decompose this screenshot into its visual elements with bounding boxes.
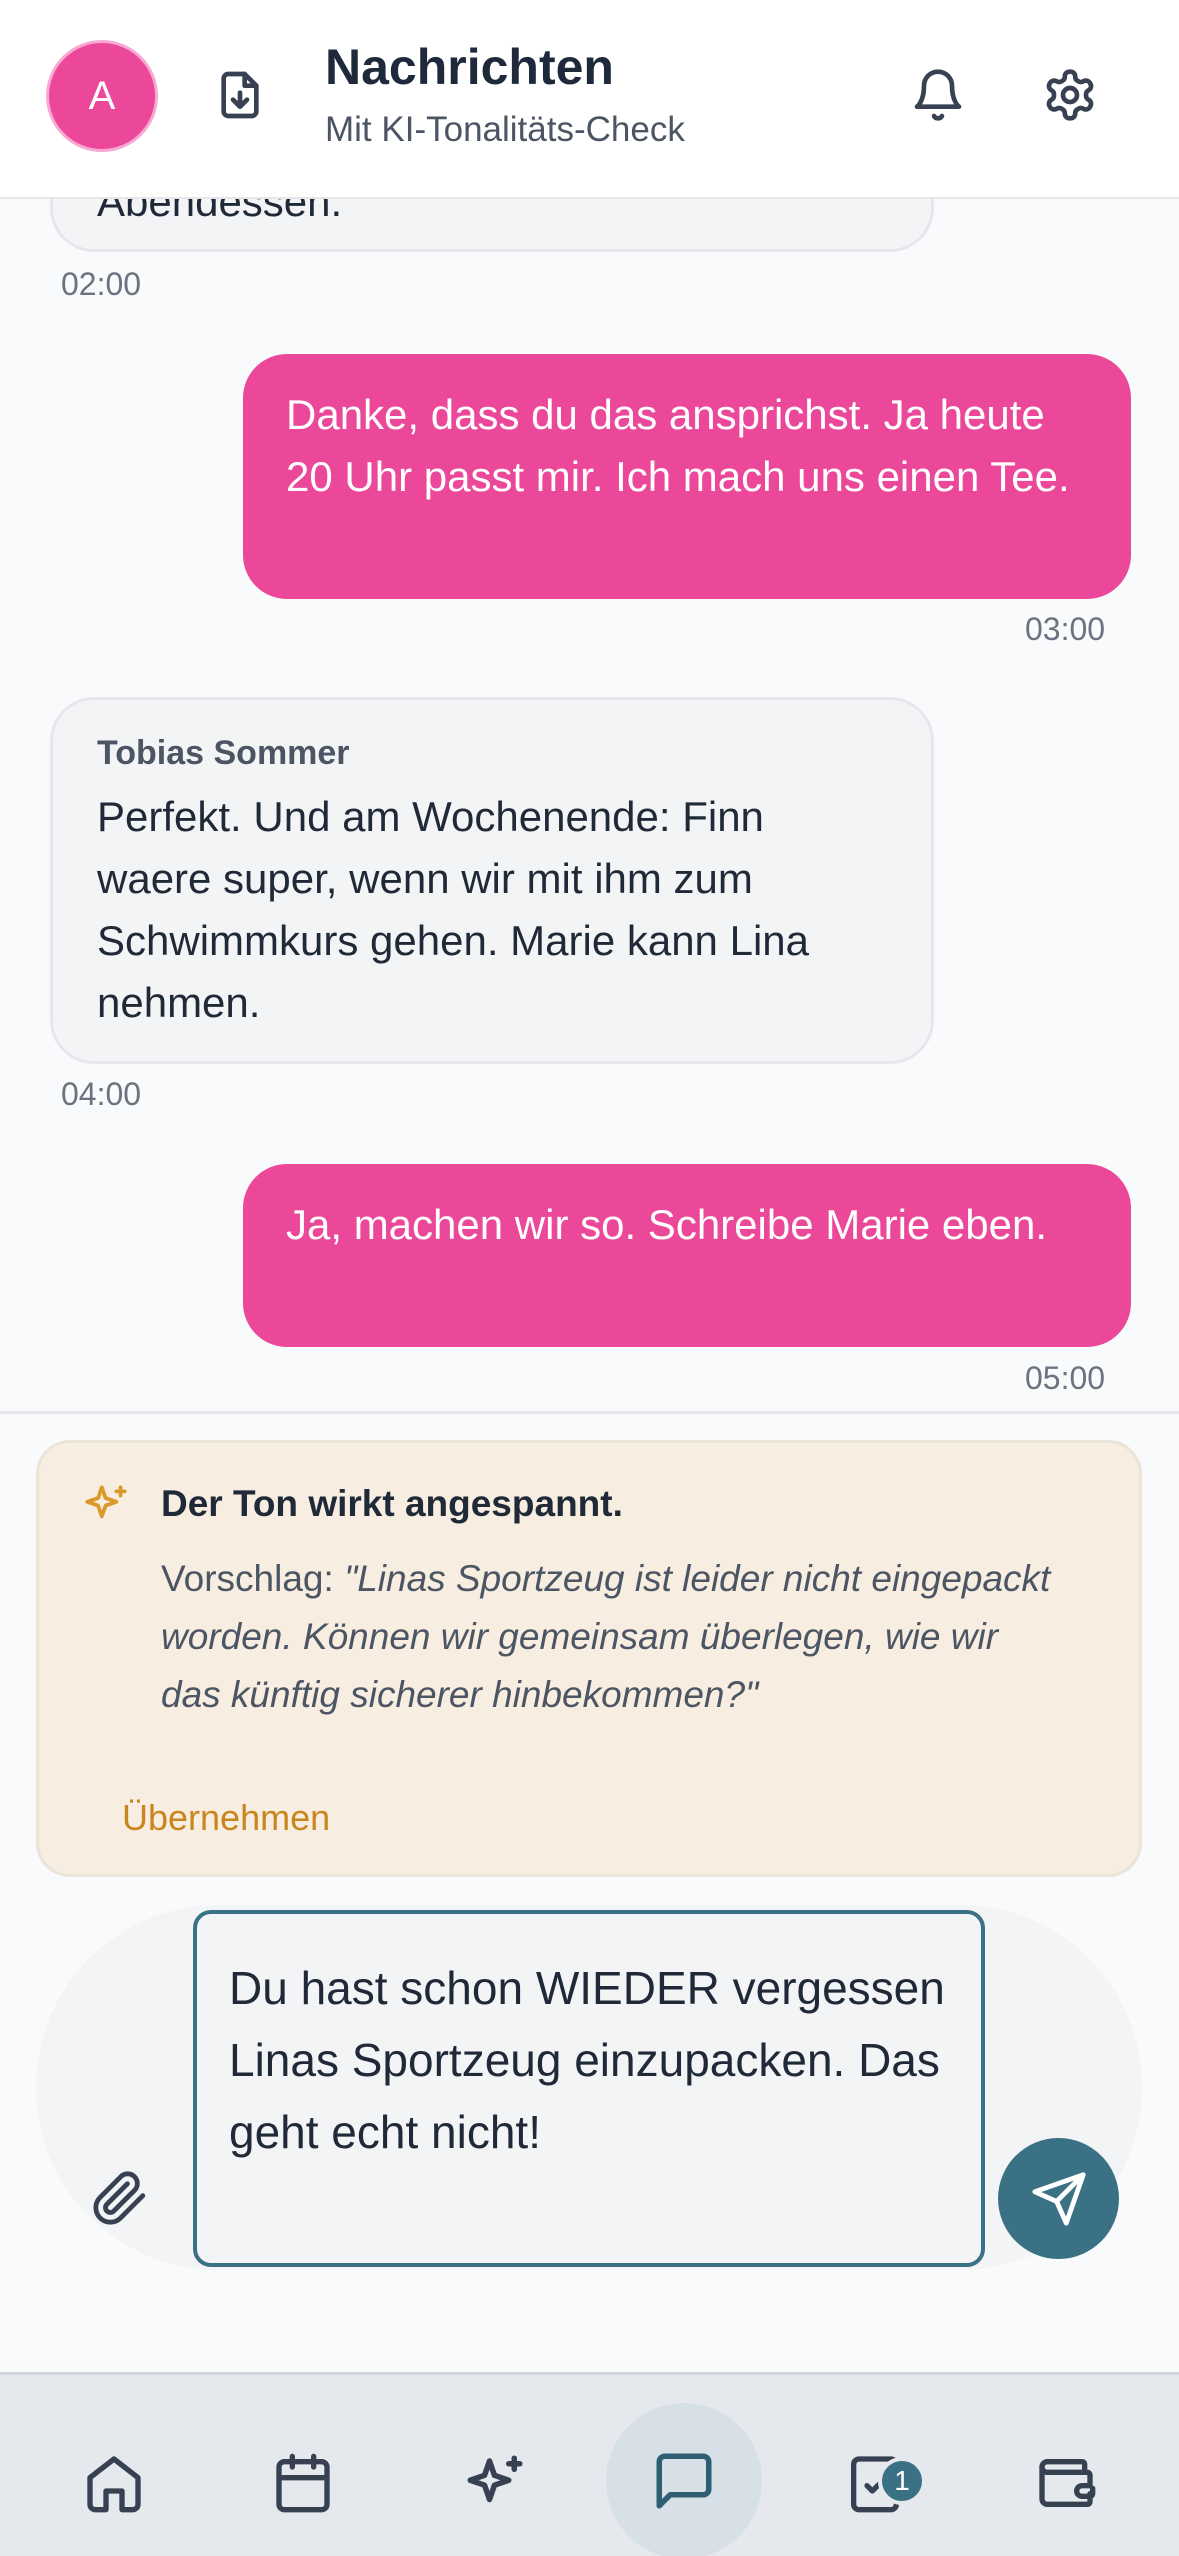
home-icon xyxy=(87,2456,141,2513)
message-time: 02:00 xyxy=(61,266,142,302)
divider xyxy=(0,1411,1179,1414)
page-title: Nachrichten xyxy=(325,39,614,95)
message-input[interactable] xyxy=(193,1910,985,2267)
message-bubble-outgoing: Ja, machen wir so. Schreibe Marie eben. xyxy=(243,1164,1131,1347)
chat-icon xyxy=(656,2453,712,2509)
notifications-button[interactable] xyxy=(905,62,971,128)
tasks-badge: 1 xyxy=(878,2457,926,2505)
calendar-icon xyxy=(276,2453,330,2513)
gear-icon xyxy=(1046,69,1094,121)
message-time: 05:00 xyxy=(1025,1360,1106,1396)
nav-calendar[interactable] xyxy=(225,2405,381,2556)
ai-suggestion: Vorschlag: "Linas Sportzeug ist leider n… xyxy=(161,1550,1061,1724)
nav-home[interactable] xyxy=(36,2405,192,2556)
nav-tasks[interactable] xyxy=(797,2405,953,2556)
suggestion-prefix: Vorschlag: xyxy=(161,1558,345,1599)
app-header: A Nachrichten Mit KI-Tonalitäts-Check xyxy=(0,0,1179,199)
bottom-navigation: 1 xyxy=(0,2372,1179,2556)
sparkles-icon xyxy=(467,2455,523,2503)
apply-suggestion-button[interactable]: Übernehmen xyxy=(122,1797,330,1839)
send-icon xyxy=(1031,2171,1086,2226)
send-button[interactable] xyxy=(998,2138,1119,2259)
message-bubble-incoming: Tobias Sommer Perfekt. Und am Wochenende… xyxy=(50,697,934,1064)
bell-icon xyxy=(914,69,962,121)
attach-button[interactable] xyxy=(90,2168,150,2228)
message-bubble-outgoing: Danke, dass du das ansprichst. Ja heute … xyxy=(243,354,1131,599)
message-text: Danke, dass du das ansprichst. Ja heute … xyxy=(286,391,1070,500)
export-button[interactable] xyxy=(207,62,273,128)
message-text: Ja, machen wir so. Schreibe Marie eben. xyxy=(286,1201,1048,1248)
sparkles-icon xyxy=(85,1485,127,1519)
message-time: 04:00 xyxy=(61,1076,142,1112)
ai-check-title: Der Ton wirkt angespannt. xyxy=(161,1483,623,1524)
paperclip-icon xyxy=(93,2171,146,2225)
message-text: Perfekt. Und am Wochenende: Finn waere s… xyxy=(97,793,809,1026)
avatar-letter: A xyxy=(88,73,116,118)
message-time: 03:00 xyxy=(1025,611,1106,647)
message-sender: Tobias Sommer xyxy=(97,734,350,772)
wallet-icon xyxy=(1039,2459,1096,2507)
file-download-icon xyxy=(221,71,259,119)
avatar[interactable]: A xyxy=(46,40,158,152)
nav-wallet[interactable] xyxy=(988,2405,1144,2556)
page-subtitle: Mit KI-Tonalitäts-Check xyxy=(325,110,685,149)
nav-messages[interactable] xyxy=(606,2403,762,2556)
nav-ai[interactable] xyxy=(417,2405,573,2556)
settings-button[interactable] xyxy=(1037,62,1103,128)
